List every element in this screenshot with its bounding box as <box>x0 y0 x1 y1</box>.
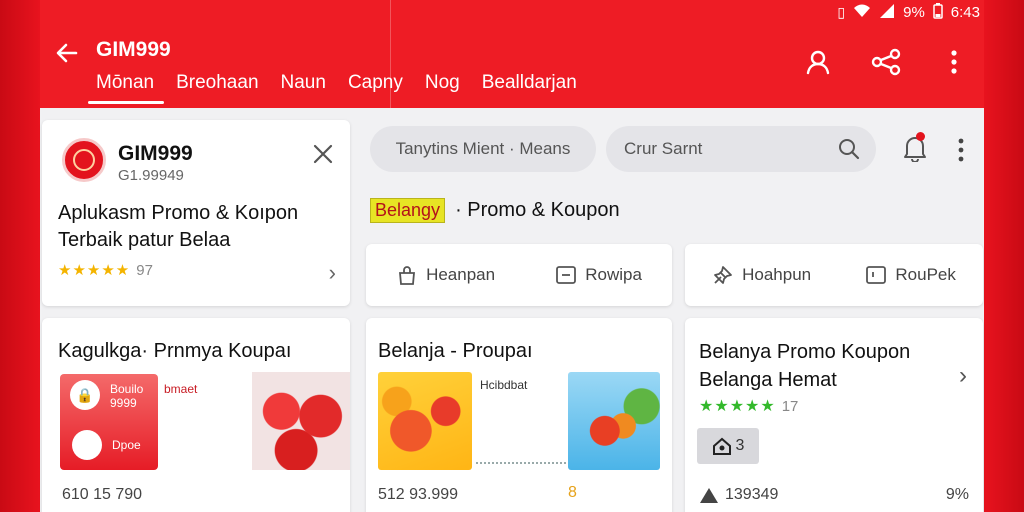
app-title: GIM999 <box>96 38 171 61</box>
promo-card-right[interactable]: Belanya Promo Koupon Belanga Hemat › ★★★… <box>685 318 983 512</box>
home-icon <box>712 437 731 455</box>
coupon-thumbnail: 3 <box>697 428 759 464</box>
notification-dot <box>916 132 925 141</box>
share-icon[interactable] <box>870 46 902 78</box>
more-vertical-icon[interactable] <box>938 46 970 78</box>
store-icon <box>700 488 718 503</box>
vibrate-icon: ▯ <box>837 4 846 20</box>
app-logo <box>62 138 106 182</box>
promo-tag: Hcibdbat <box>480 378 528 392</box>
thumb-glyph: 3 <box>735 437 745 454</box>
voucher-image: 🔒 Bouilo 9999 Dpoe <box>60 374 158 470</box>
bag-icon <box>399 266 416 285</box>
app-rating: ★★★★★ 97 <box>58 261 153 280</box>
voucher-caption: Dpoe <box>112 438 141 452</box>
promo-price: 610 15 790 <box>62 486 143 503</box>
chevron-right-icon[interactable]: › <box>959 362 967 390</box>
tab-monan[interactable]: Mōnan <box>87 72 165 104</box>
clock: 6:43 <box>950 4 980 21</box>
tab-bar: Mōnan Breohaan Naun Capny Nog Bealldarja… <box>87 72 599 104</box>
rating-value: 97 <box>136 261 153 279</box>
chevron-right-icon[interactable]: › <box>329 260 336 286</box>
search-icon[interactable] <box>838 138 860 165</box>
discount-percent: 9% <box>945 486 969 503</box>
promo-card-middle[interactable]: Belanja - Proupaı Hcibdbat 512 93.999 8 <box>366 318 672 512</box>
app-description: Aplukasm Promo & Koıpon Terbaik patur Be… <box>58 202 299 251</box>
notification-bell-icon[interactable] <box>902 132 928 167</box>
profile-icon[interactable] <box>802 46 834 78</box>
box-icon <box>556 266 577 284</box>
header-actions <box>802 46 970 78</box>
action-hoahpun[interactable]: Hoahpun <box>712 264 811 286</box>
pin-icon <box>714 266 733 284</box>
strawberry-image <box>252 372 350 470</box>
coin-value: 8 <box>568 484 577 501</box>
tab-breohaan[interactable]: Breohaan <box>176 72 258 102</box>
tab-nog[interactable]: Nog <box>425 72 460 102</box>
voucher-label: Bouilo <box>110 382 144 396</box>
lock-badge-icon: 🔒 <box>70 380 100 410</box>
app-subtitle: G1.99949 <box>118 167 184 184</box>
star-rating-icon: ★★★★★ <box>699 398 776 415</box>
vegetable-image <box>568 372 660 470</box>
promo-title: Kagulkga· Prnmya Koupaı <box>58 340 292 362</box>
fruit-image <box>378 372 472 470</box>
promo-title: Belanja - Proupaı <box>378 340 533 362</box>
wifi-icon <box>853 4 871 21</box>
tab-naun[interactable]: Naun <box>281 72 326 102</box>
promo-heading-text: · Promo & Koupon <box>455 199 620 221</box>
promo-tag: bmaet <box>164 382 198 396</box>
promo-price: 139349 <box>699 486 778 504</box>
box-icon <box>866 266 887 284</box>
promo-heading: Belangy · Promo & Koupon <box>370 198 620 223</box>
tab-capny[interactable]: Capny <box>348 72 403 102</box>
price-value: 139349 <box>725 486 779 503</box>
app-info-card[interactable]: GIM999 G1.99949 Aplukasm Promo & Koıpon … <box>42 120 350 306</box>
action-roupek[interactable]: RouPek <box>865 264 956 286</box>
signal-icon <box>879 4 895 21</box>
promo-price: 512 93.999 <box>378 486 459 503</box>
rating-value: 17 <box>781 397 799 415</box>
voucher-emblem <box>72 430 102 460</box>
quick-actions-a: Heanpan Rowipa <box>366 244 672 306</box>
promo-title: Belanya Promo Koupon Belanga Hemat <box>699 341 911 391</box>
quick-actions-b: Hoahpun RouPek <box>685 244 983 306</box>
highlight-badge: Belangy <box>370 198 446 223</box>
battery-icon <box>933 3 943 22</box>
more-vertical-icon[interactable] <box>958 138 964 167</box>
back-button[interactable] <box>54 40 80 72</box>
back-arrow-icon <box>56 43 78 63</box>
search-bar[interactable]: Crur Sarnt <box>606 126 876 172</box>
backdrop-left <box>0 0 40 512</box>
star-rating-icon: ★★★★★ <box>58 262 131 279</box>
action-label: RouPek <box>895 265 956 284</box>
promo-card-left[interactable]: Kagulkga· Prnmya Koupaı 🔒 Bouilo 9999 Dp… <box>42 318 350 512</box>
category-pill[interactable]: Tanytins Mient · Means <box>370 126 596 172</box>
search-placeholder: Crur Sarnt <box>624 139 703 158</box>
app-name: GIM999 <box>118 142 193 165</box>
battery-percent: 9% <box>903 4 925 21</box>
action-label: Hoahpun <box>742 265 812 284</box>
backdrop-right <box>984 0 1024 512</box>
status-bar: ▯ 9% 6:43 <box>837 3 980 22</box>
action-heanpan[interactable]: Heanpan <box>396 264 495 286</box>
voucher-code: 9999 <box>110 396 137 410</box>
close-icon[interactable] <box>312 142 334 170</box>
content-area: GIM999 G1.99949 Aplukasm Promo & Koıpon … <box>40 108 984 512</box>
action-label: Heanpan <box>426 265 496 284</box>
tab-bealldarjan[interactable]: Bealldarjan <box>482 72 577 102</box>
action-label: Rowipa <box>585 265 642 284</box>
action-rowipa[interactable]: Rowipa <box>555 264 642 286</box>
dotted-divider <box>476 462 566 464</box>
promo-rating: ★★★★★ 17 <box>699 396 798 416</box>
